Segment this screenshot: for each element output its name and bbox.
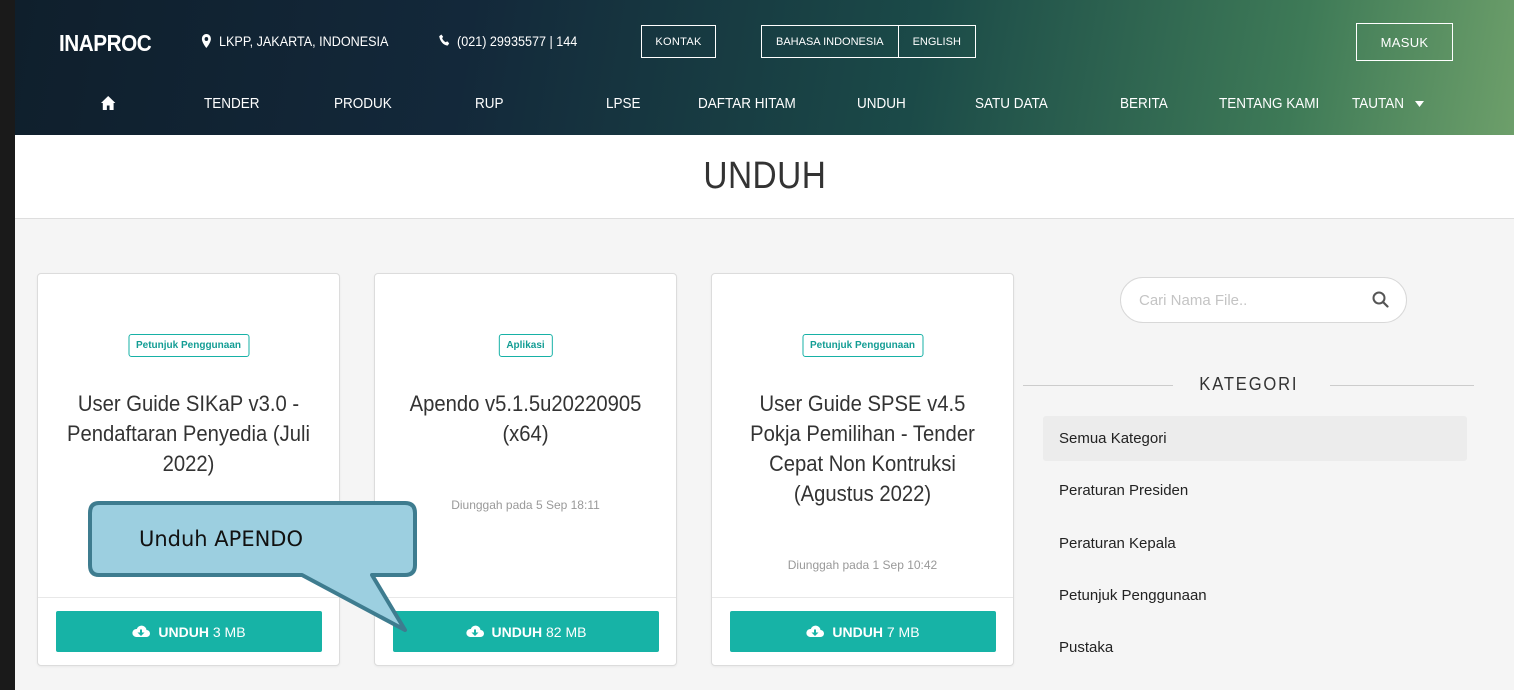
nav-item-berita[interactable]: BERITA (1120, 95, 1168, 112)
site-logo[interactable]: INAPROC (59, 30, 152, 57)
divider-line (1023, 385, 1173, 386)
nav-item-lpse[interactable]: LPSE (606, 95, 641, 112)
divider-line (1330, 385, 1474, 386)
nav-item-tentang-kami[interactable]: TENTANG KAMI (1219, 95, 1319, 112)
category-item-peraturan-presiden[interactable]: Peraturan Presiden (1043, 468, 1467, 513)
top-bar: INAPROC LKPP, JAKARTA, INDONESIA (021) 2… (15, 0, 1514, 90)
phone-icon (439, 34, 450, 48)
home-icon[interactable] (101, 96, 116, 114)
callout-bubble: Unduh APENDO (88, 501, 417, 632)
callout-text: Unduh APENDO (139, 527, 303, 551)
category-item-petunjuk-penggunaan[interactable]: Petunjuk Penggunaan (1043, 573, 1467, 618)
phone-info: (021) 29935577 | 144 (439, 33, 577, 49)
location-text: LKPP, JAKARTA, INDONESIA (219, 33, 389, 49)
file-size: 7 MB (886, 623, 920, 640)
location-info: LKPP, JAKARTA, INDONESIA (201, 33, 388, 49)
cloud-download-icon (806, 625, 825, 637)
login-button[interactable]: MASUK (1356, 23, 1453, 61)
main-nav: TENDER PRODUK RUP LPSE DAFTAR HITAM UNDU… (15, 85, 1514, 135)
download-button-label: UNDUH (832, 623, 883, 640)
nav-item-satu-data[interactable]: SATU DATA (975, 95, 1048, 112)
card-divider (712, 597, 1013, 598)
file-title[interactable]: User Guide SPSE v4.5 Pokja Pemilihan - T… (741, 389, 985, 509)
lang-english-button[interactable]: ENGLISH (897, 26, 975, 57)
download-button[interactable]: UNDUH 82 MB (393, 611, 659, 652)
lang-indonesia-button[interactable]: BAHASA INDONESIA (762, 26, 898, 57)
nav-item-tender[interactable]: TENDER (204, 95, 260, 112)
site-header: INAPROC LKPP, JAKARTA, INDONESIA (021) 2… (15, 0, 1514, 135)
category-badge[interactable]: Petunjuk Penggunaan (801, 334, 924, 357)
search-input[interactable] (1139, 288, 1359, 312)
nav-item-unduh[interactable]: UNDUH (857, 95, 906, 112)
category-badge[interactable]: Aplikasi (498, 334, 553, 357)
nav-item-tautan-label: TAUTAN (1352, 95, 1405, 112)
download-button[interactable]: UNDUH 7 MB (730, 611, 996, 652)
page-title: UNDUH (703, 155, 826, 197)
phone-text: (021) 29935577 | 144 (457, 33, 578, 49)
language-switcher: BAHASA INDONESIA ENGLISH (761, 25, 976, 58)
nav-item-daftar-hitam[interactable]: DAFTAR HITAM (698, 95, 796, 112)
file-size: 82 MB (545, 623, 587, 640)
download-card: Petunjuk Penggunaan User Guide SPSE v4.5… (711, 273, 1014, 666)
nav-item-produk[interactable]: PRODUK (334, 95, 392, 112)
category-item-peraturan-kepala[interactable]: Peraturan Kepala (1043, 521, 1467, 566)
category-heading: KATEGORI (1199, 374, 1299, 394)
category-item-semua[interactable]: Semua Kategori (1043, 416, 1467, 461)
download-button-label: UNDUH (491, 623, 543, 640)
caret-down-icon (1414, 101, 1424, 108)
upload-date: Diunggah pada 1 Sep 10:42 (787, 558, 938, 572)
category-badge[interactable]: Petunjuk Penggunaan (127, 334, 250, 357)
cloud-download-icon (465, 625, 484, 637)
contact-button[interactable]: KONTAK (641, 25, 716, 58)
map-marker-icon (201, 34, 212, 48)
search-icon[interactable] (1372, 291, 1389, 308)
browser-viewport: INAPROC LKPP, JAKARTA, INDONESIA (021) 2… (15, 0, 1514, 690)
file-title[interactable]: User Guide SIKaP v3.0 - Pendaftaran Peny… (67, 389, 311, 479)
page-title-bar: UNDUH (15, 135, 1514, 219)
nav-item-rup[interactable]: RUP (475, 95, 504, 112)
category-item-pustaka[interactable]: Pustaka (1043, 625, 1467, 670)
file-title[interactable]: Apendo v5.1.5u20220905 (x64) (404, 389, 648, 449)
search-box (1120, 277, 1407, 323)
nav-item-tautan[interactable]: TAUTAN (1352, 95, 1424, 112)
